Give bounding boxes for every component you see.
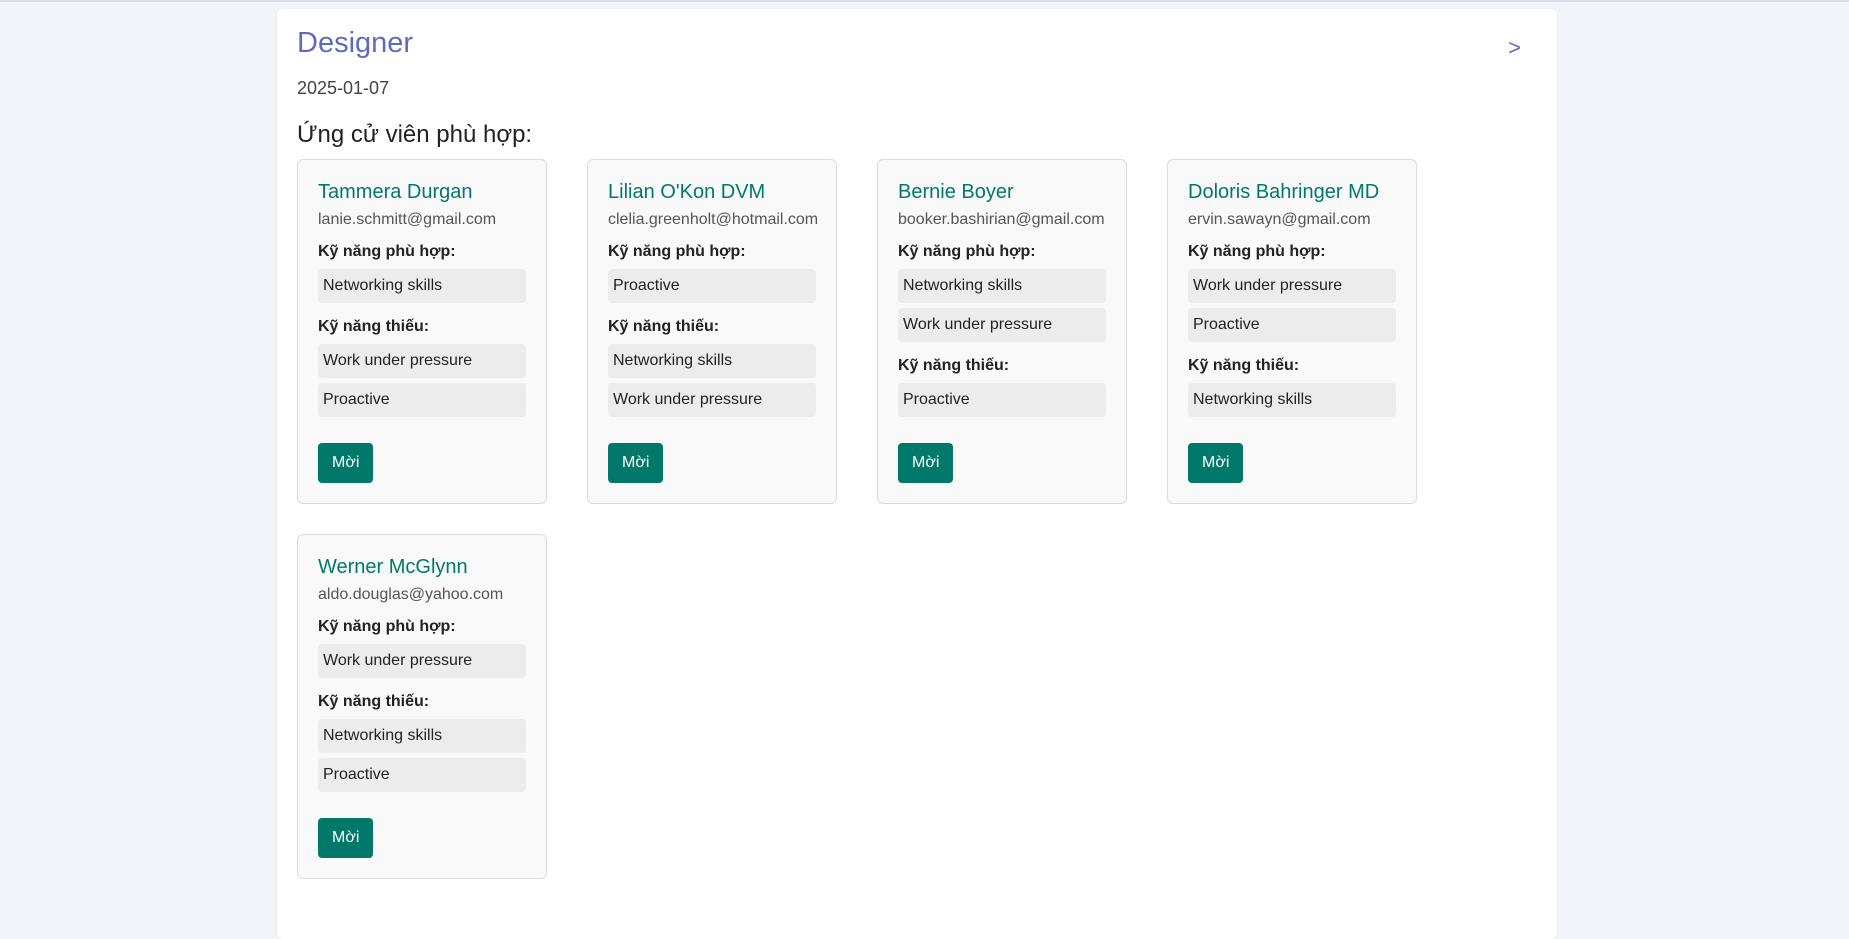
skill-chip: Work under pressure (608, 383, 816, 417)
candidate-name: Doloris Bahringer MD (1188, 181, 1380, 203)
missing-skills-label: Kỹ năng thiếu: (1188, 357, 1300, 374)
skill-chip: Proactive (318, 383, 526, 417)
missing-skills-label: Kỹ năng thiếu: (318, 318, 430, 335)
candidate-email: clelia.greenholt@hotmail.com (608, 211, 819, 228)
skill-chip: Networking skills (1188, 383, 1396, 417)
missing-skills-label: Kỹ năng thiếu: (608, 318, 720, 335)
skill-chip: Proactive (608, 269, 816, 303)
candidate-email: ervin.sawayn@gmail.com (1188, 211, 1371, 228)
matched-skills-list: Networking skills (318, 269, 526, 303)
job-title: Designer (297, 27, 414, 59)
missing-skills-list: Work under pressure Proactive (318, 344, 526, 417)
matching-candidates-heading: Ứng cử viên phù hợp: (297, 121, 533, 148)
skill-chip: Work under pressure (898, 308, 1106, 342)
next-arrow-link[interactable]: > (1508, 37, 1521, 59)
skill-chip: Work under pressure (318, 644, 526, 678)
candidate-card: Werner McGlynn aldo.douglas@yahoo.com Kỹ… (297, 534, 547, 879)
candidate-email: booker.bashirian@gmail.com (898, 211, 1105, 228)
matched-skills-list: Work under pressure Proactive (1188, 269, 1396, 342)
job-date: 2025-01-07 (297, 78, 390, 98)
missing-skills-list: Networking skills Proactive (318, 719, 526, 792)
matched-skills-list: Work under pressure (318, 644, 526, 678)
matched-skills-list: Proactive (608, 269, 816, 303)
candidate-card: Lilian O'Kon DVM clelia.greenholt@hotmai… (587, 159, 837, 504)
candidate-name: Bernie Boyer (898, 181, 1014, 203)
matched-skills-label: Kỹ năng phù hợp: (608, 243, 746, 260)
candidate-card: Bernie Boyer booker.bashirian@gmail.com … (877, 159, 1127, 504)
matched-skills-label: Kỹ năng phù hợp: (318, 618, 456, 635)
skill-chip: Work under pressure (1188, 269, 1396, 303)
skill-chip: Networking skills (608, 344, 816, 378)
missing-skills-list: Networking skills Work under pressure (608, 344, 816, 417)
skill-chip: Work under pressure (318, 344, 526, 378)
skill-chip: Networking skills (318, 719, 526, 753)
top-divider (0, 0, 1849, 2)
candidate-email: aldo.douglas@yahoo.com (318, 586, 504, 603)
candidate-name: Werner McGlynn (318, 556, 468, 578)
invite-button[interactable]: Mời (608, 443, 664, 483)
invite-button[interactable]: Mời (318, 443, 374, 483)
candidate-card: Tammera Durgan lanie.schmitt@gmail.com K… (297, 159, 547, 504)
missing-skills-list: Proactive (898, 383, 1106, 417)
skill-chip: Networking skills (318, 269, 526, 303)
matched-skills-label: Kỹ năng phù hợp: (898, 243, 1036, 260)
matched-skills-label: Kỹ năng phù hợp: (318, 243, 456, 260)
candidate-card: Doloris Bahringer MD ervin.sawayn@gmail.… (1167, 159, 1417, 504)
invite-button[interactable]: Mời (898, 443, 954, 483)
skill-chip: Proactive (1188, 308, 1396, 342)
matched-skills-list: Networking skills Work under pressure (898, 269, 1106, 342)
matched-skills-label: Kỹ năng phù hợp: (1188, 243, 1326, 260)
skill-chip: Proactive (318, 758, 526, 792)
job-panel: Designer > 2025-01-07 Ứng cử viên phù hợ… (277, 9, 1557, 939)
invite-button[interactable]: Mời (318, 818, 374, 858)
candidate-email: lanie.schmitt@gmail.com (318, 211, 497, 228)
missing-skills-label: Kỹ năng thiếu: (898, 357, 1010, 374)
candidate-name: Tammera Durgan (318, 181, 473, 203)
skill-chip: Networking skills (898, 269, 1106, 303)
missing-skills-list: Networking skills (1188, 383, 1396, 417)
candidate-list: Tammera Durgan lanie.schmitt@gmail.com K… (297, 159, 1477, 879)
invite-button[interactable]: Mời (1188, 443, 1244, 483)
missing-skills-label: Kỹ năng thiếu: (318, 693, 430, 710)
skill-chip: Proactive (898, 383, 1106, 417)
candidate-name: Lilian O'Kon DVM (608, 181, 766, 203)
